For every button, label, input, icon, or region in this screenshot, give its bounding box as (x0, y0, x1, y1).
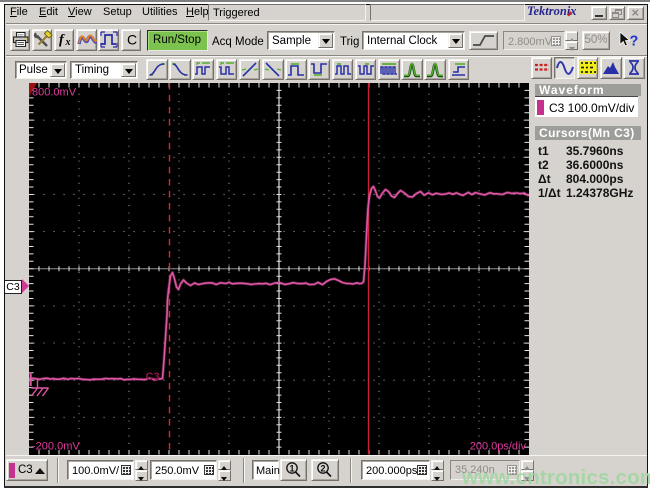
svg-text:200.0ps/div: 200.0ps/div (469, 441, 526, 453)
svg-text:C: C (127, 32, 137, 48)
svg-text:f: f (59, 33, 65, 48)
svg-text:C3: C3 (145, 371, 159, 383)
svg-text:800.0mV: 800.0mV (32, 87, 77, 99)
svg-text:-200.0mV: -200.0mV (32, 441, 80, 453)
svg-text:?: ? (630, 34, 639, 50)
svg-text:x: x (64, 37, 70, 48)
svg-text:2: 2 (321, 464, 326, 474)
svg-text:1: 1 (289, 464, 294, 474)
